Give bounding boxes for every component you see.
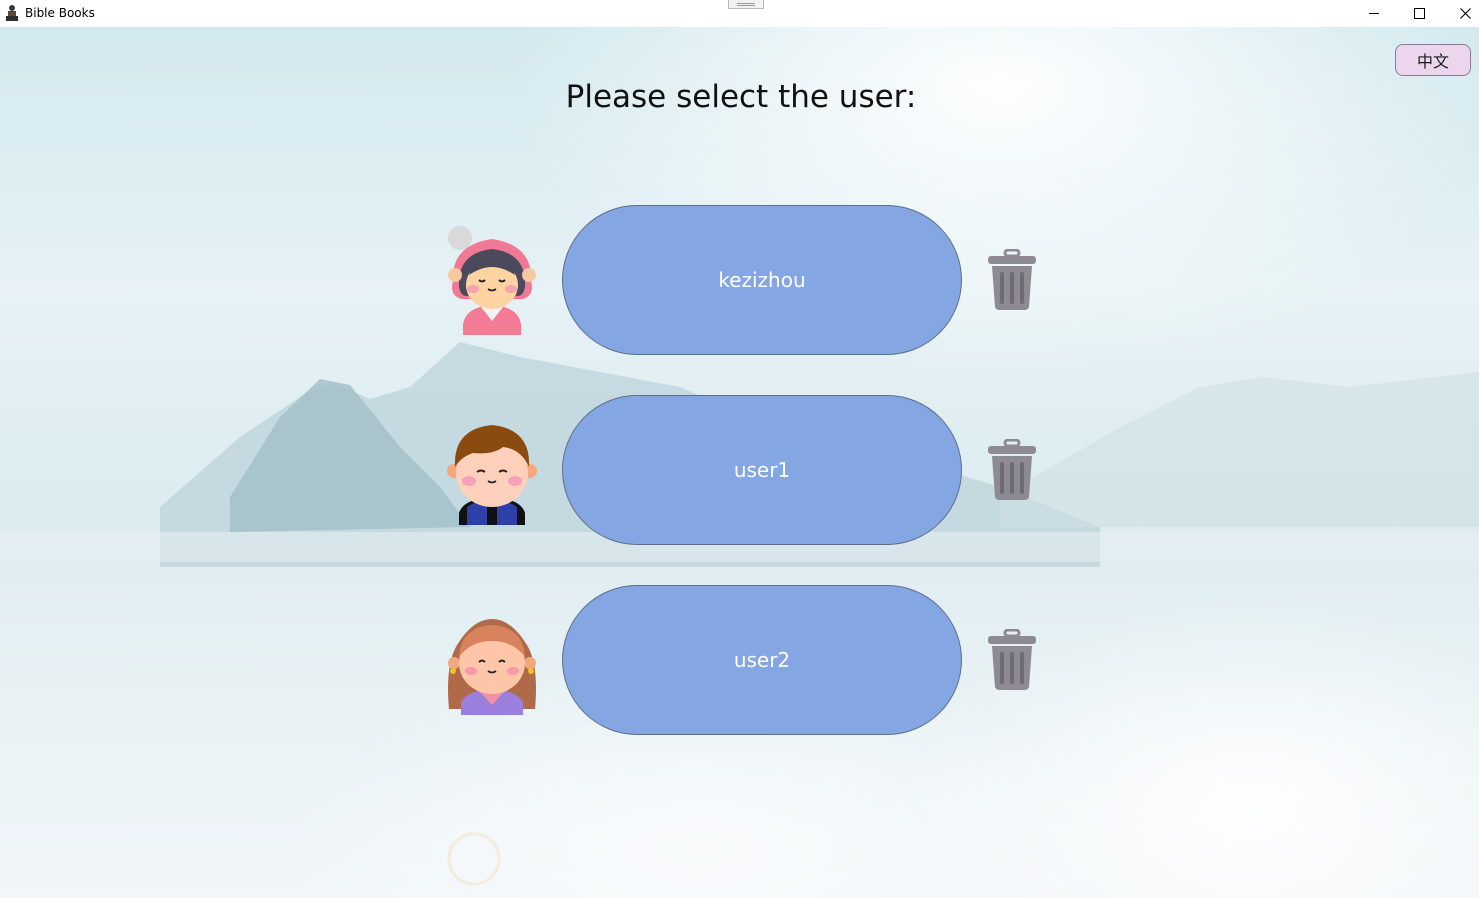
minimize-button[interactable] (1351, 0, 1397, 27)
user-select-button[interactable]: user1 (562, 395, 962, 545)
close-button[interactable] (1442, 0, 1479, 27)
user-select-button[interactable]: user2 (562, 585, 962, 735)
app-icon (6, 5, 18, 21)
user-row: user2 (0, 585, 1479, 735)
user-row: user1 (0, 395, 1479, 545)
maximize-icon (1413, 8, 1425, 19)
minimize-icon (1369, 13, 1379, 14)
boy-brown-hair-avatar (447, 425, 537, 525)
drag-grip[interactable] (728, 0, 764, 9)
user-select-button[interactable]: kezizhou (562, 205, 962, 355)
trash-icon[interactable] (986, 629, 1038, 691)
main-content: 中文 Please select the user: kezizhou user… (0, 27, 1479, 898)
trash-icon[interactable] (986, 249, 1038, 311)
girl-long-hair-avatar (448, 619, 536, 715)
window-title: Bible Books (25, 6, 95, 20)
trash-icon[interactable] (986, 439, 1038, 501)
page-heading: Please select the user: (565, 79, 917, 115)
language-toggle-button[interactable]: 中文 (1395, 44, 1471, 76)
maximize-button[interactable] (1396, 0, 1442, 27)
close-icon (1459, 8, 1471, 19)
user-row: kezizhou (0, 205, 1479, 355)
girl-pink-hood-avatar (448, 226, 536, 335)
title-bar: Bible Books (0, 0, 1479, 27)
